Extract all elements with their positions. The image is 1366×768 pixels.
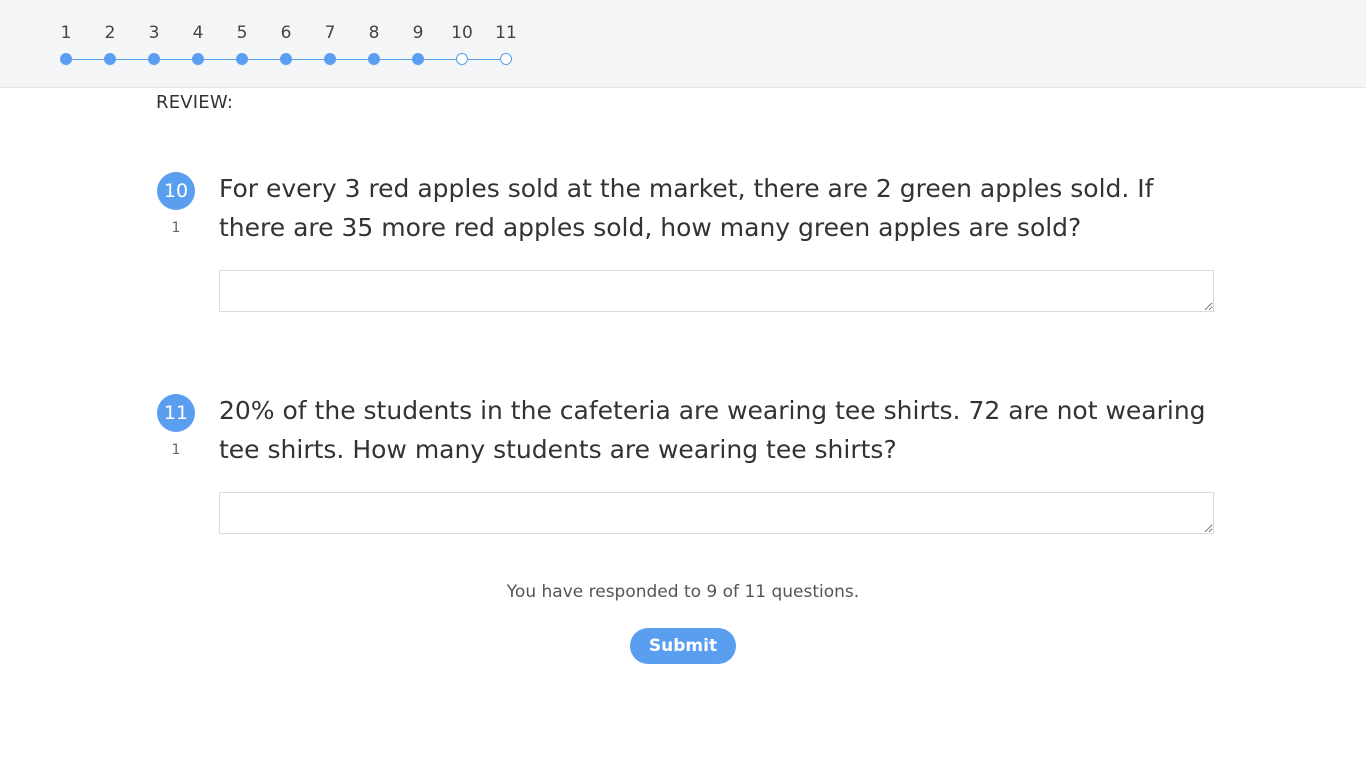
step-dot-answered <box>280 53 292 65</box>
response-status: You have responded to 9 of 11 questions. <box>506 582 860 602</box>
step-dot-answered <box>324 53 336 65</box>
question-points: 1 <box>171 442 181 458</box>
review-heading: REVIEW: <box>156 92 234 113</box>
step-number: 5 <box>236 23 248 43</box>
progress-step-4[interactable]: 4 <box>176 0 220 87</box>
step-dot-answered <box>368 53 380 65</box>
progress-step-1[interactable]: 1 <box>44 0 88 87</box>
progress-step-11[interactable]: 11 <box>484 0 528 87</box>
progress-header: 1 2 3 4 5 6 7 8 9 10 11 <box>0 0 1366 88</box>
step-dot-answered <box>104 53 116 65</box>
step-number: 8 <box>368 23 380 43</box>
question-points: 1 <box>171 220 181 236</box>
progress-step-6[interactable]: 6 <box>264 0 308 87</box>
question-text: For every 3 red apples sold at the marke… <box>219 174 1154 242</box>
question-number-badge: 11 <box>157 394 195 432</box>
step-number: 9 <box>412 23 424 43</box>
step-number: 7 <box>324 23 336 43</box>
progress-step-8[interactable]: 8 <box>352 0 396 87</box>
progress-step-3[interactable]: 3 <box>132 0 176 87</box>
step-dot-answered <box>412 53 424 65</box>
step-number: 10 <box>451 23 473 43</box>
step-number: 11 <box>495 23 517 43</box>
step-dot-answered <box>236 53 248 65</box>
step-number: 2 <box>104 23 116 43</box>
submit-button[interactable]: Submit <box>630 628 736 664</box>
question-number-badge: 10 <box>157 172 195 210</box>
answer-field[interactable] <box>219 492 1214 534</box>
step-number: 4 <box>192 23 204 43</box>
step-dot-unanswered <box>456 53 468 65</box>
step-number: 3 <box>148 23 160 43</box>
step-dot-unanswered <box>500 53 512 65</box>
step-dot-answered <box>148 53 160 65</box>
step-dot-answered <box>192 53 204 65</box>
progress-step-10[interactable]: 10 <box>440 0 484 87</box>
progress-step-7[interactable]: 7 <box>308 0 352 87</box>
progress-step-9[interactable]: 9 <box>396 0 440 87</box>
question-text: 20% of the students in the cafeteria are… <box>219 396 1206 464</box>
step-number: 1 <box>60 23 72 43</box>
step-dot-answered <box>60 53 72 65</box>
progress-step-5[interactable]: 5 <box>220 0 264 87</box>
answer-field[interactable] <box>219 270 1214 312</box>
step-number: 6 <box>280 23 292 43</box>
progress-step-2[interactable]: 2 <box>88 0 132 87</box>
